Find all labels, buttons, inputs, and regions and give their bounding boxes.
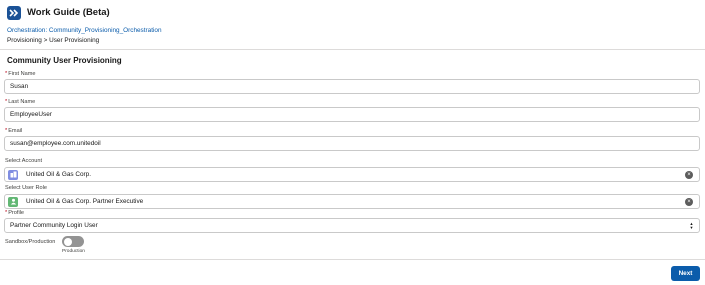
required-marker: * [5, 128, 8, 134]
account-label: Select Account [5, 158, 43, 164]
section-title: Community User Provisioning [7, 56, 122, 65]
footer-divider [0, 259, 705, 260]
user-role-icon [8, 196, 18, 207]
required-marker: * [5, 71, 8, 77]
double-chevron-right-icon [7, 6, 21, 20]
clear-account-button[interactable]: × [685, 171, 693, 179]
account-lookup[interactable]: United Oil & Gas Corp. × [4, 167, 700, 182]
profile-label: *Profile [5, 210, 25, 216]
account-icon [8, 169, 18, 180]
next-button[interactable]: Next [671, 266, 700, 281]
user-role-label: Select User Role [5, 185, 47, 191]
orchestration-link[interactable]: Orchestration: Community_Provisioning_Or… [7, 27, 162, 34]
user-role-lookup[interactable]: United Oil & Gas Corp. Partner Executive… [4, 194, 700, 209]
last-name-input[interactable]: EmployeeUser [4, 107, 700, 122]
last-name-label: *Last Name [5, 99, 36, 105]
sandbox-production-toggle[interactable] [62, 236, 84, 247]
required-marker: * [5, 99, 8, 105]
breadcrumb: Provisioning > User Provisioning [7, 37, 100, 44]
sandbox-toggle-label: Sandbox/Production [5, 239, 56, 245]
required-marker: * [5, 210, 8, 216]
toggle-knob [63, 237, 72, 246]
email-input[interactable]: susan@employee.com.unitedoil [4, 136, 700, 151]
toggle-state-text: Production [62, 249, 85, 254]
select-arrows-icon: ▲ ▼ [689, 221, 694, 230]
app-title: Work Guide (Beta) [27, 7, 110, 18]
email-label: *Email [5, 128, 23, 134]
first-name-label: *First Name [5, 71, 36, 77]
clear-user-role-button[interactable]: × [685, 198, 693, 206]
first-name-input[interactable]: Susan [4, 79, 700, 94]
profile-select[interactable]: Partner Community Login User ▲ ▼ [4, 218, 700, 233]
work-guide-header: Work Guide (Beta) Orchestration: Communi… [0, 0, 705, 50]
